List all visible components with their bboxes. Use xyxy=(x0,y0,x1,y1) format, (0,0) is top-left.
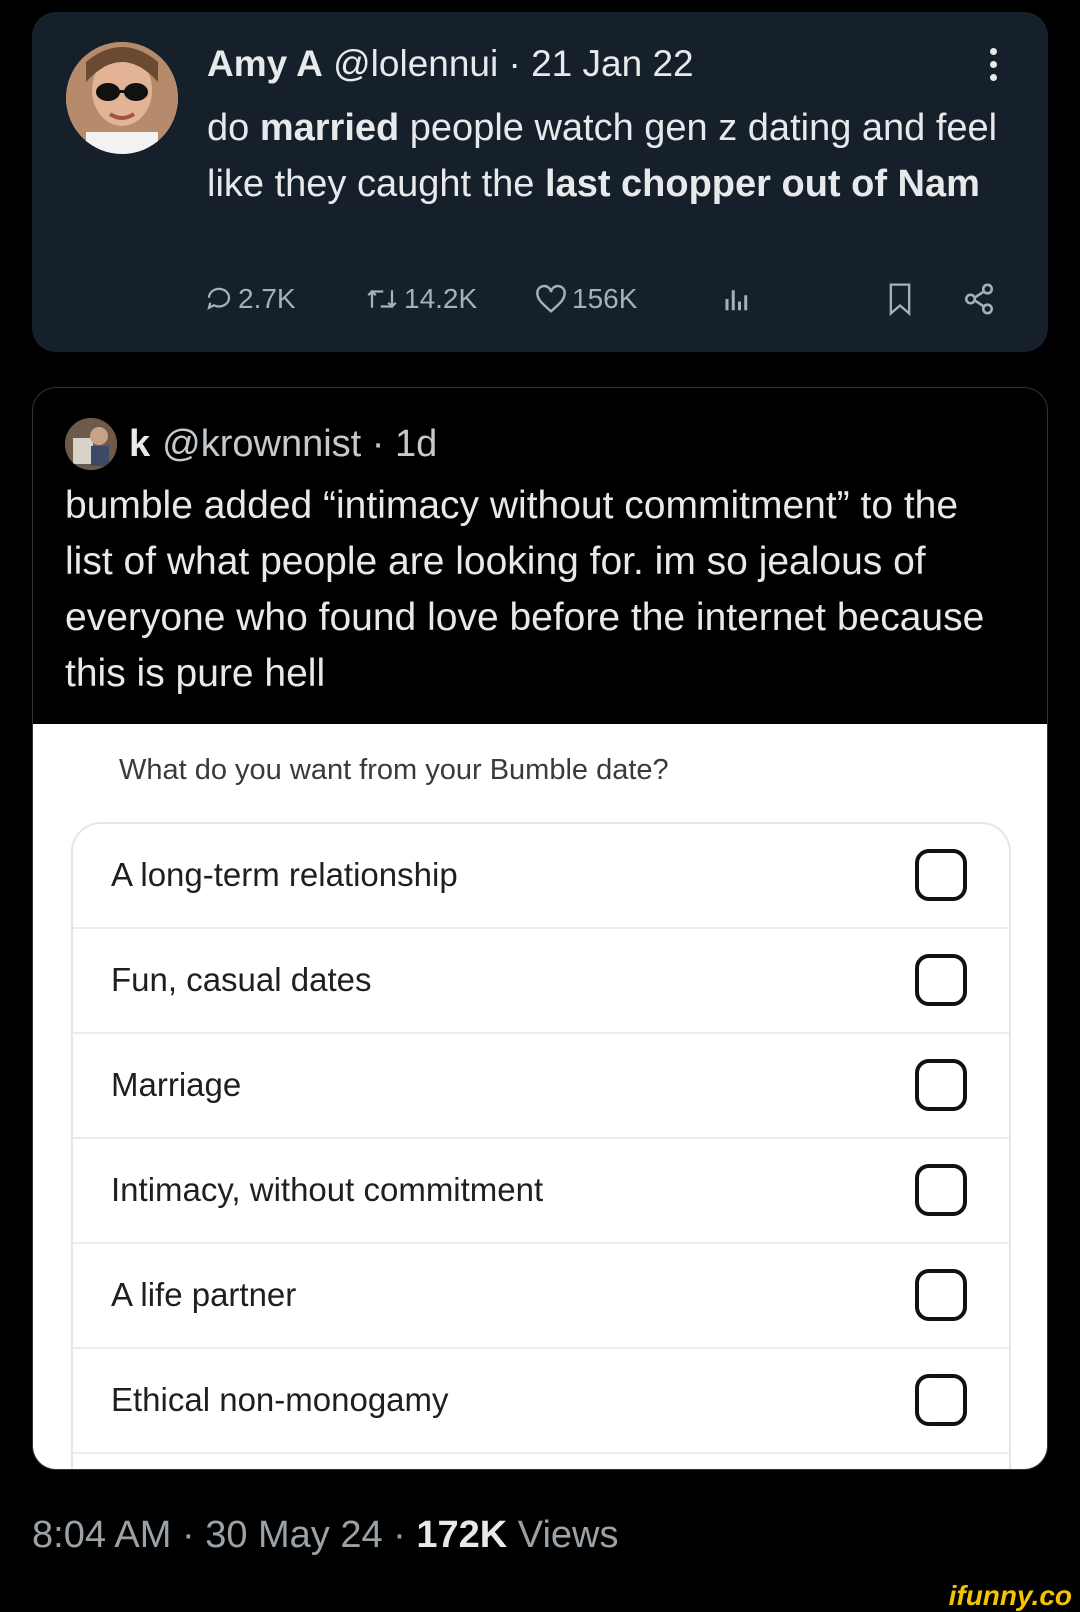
checkbox-icon xyxy=(915,1269,967,1321)
author-name[interactable]: Amy A xyxy=(207,43,323,84)
reply-icon xyxy=(207,287,231,310)
bookmark-icon xyxy=(889,283,911,316)
analytics-button[interactable] xyxy=(722,277,756,321)
bookmark-button[interactable] xyxy=(884,277,920,321)
author-meta: @lolennui · 21 Jan 22 xyxy=(333,43,694,84)
checkbox-icon xyxy=(915,954,967,1006)
retweet-icon xyxy=(367,289,397,309)
survey-question: What do you want from your Bumble date? xyxy=(119,754,669,786)
avatar[interactable] xyxy=(66,42,178,154)
author-meta: @krownnist · 1d xyxy=(162,423,438,465)
list-item: Fun, casual dates xyxy=(73,929,1009,1034)
option-label: A long-term relationship xyxy=(111,856,458,893)
reply-button[interactable]: 2.7K xyxy=(204,277,296,321)
options-list: A long-term relationship Fun, casual dat… xyxy=(71,822,1011,1469)
option-label: Ethical non-monogamy xyxy=(111,1381,449,1418)
list-item: Marriage xyxy=(73,1034,1009,1139)
list-item: Ethical non-monogamy xyxy=(73,1349,1009,1454)
more-options-icon[interactable] xyxy=(990,48,998,82)
retweet-count: 14.2K xyxy=(404,283,478,314)
share-button[interactable] xyxy=(962,277,1000,321)
like-count: 156K xyxy=(572,283,638,314)
checkbox-icon xyxy=(915,849,967,901)
like-button[interactable]: 156K xyxy=(534,277,637,321)
avatar[interactable] xyxy=(65,418,117,470)
option-label: Intimacy, without commitment xyxy=(111,1171,544,1208)
quoted-tweet-card[interactable]: Amy A @lolennui · 21 Jan 22 do married p… xyxy=(32,12,1048,352)
list-item: A life partner xyxy=(73,1244,1009,1349)
retweet-button[interactable]: 14.2K xyxy=(364,277,477,321)
tweet-header: Amy A @lolennui · 21 Jan 22 xyxy=(207,42,694,86)
tweet-text: do married people watch gen z dating and… xyxy=(207,107,998,205)
tweet-header: k @krownnist · 1d xyxy=(65,418,437,470)
list-item: A long-term relationship xyxy=(73,824,1009,929)
option-label: Marriage xyxy=(111,1066,242,1103)
author-name[interactable]: k xyxy=(129,419,150,469)
list-item: Intimacy, without commitment xyxy=(73,1139,1009,1244)
tweet-timestamp: 8:04 AM · 30 May 24 · 172K Views xyxy=(32,1514,619,1556)
tweet-text: bumble added “intimacy without commitmen… xyxy=(65,484,985,695)
analytics-icon xyxy=(725,290,748,311)
attached-image[interactable]: What do you want from your Bumble date? … xyxy=(33,724,1047,1469)
checkbox-icon xyxy=(915,1374,967,1426)
reply-count: 2.7K xyxy=(238,283,296,314)
heart-icon xyxy=(536,284,566,313)
share-icon xyxy=(964,283,994,315)
option-label: A life partner xyxy=(111,1276,297,1313)
checkbox-icon xyxy=(915,1059,967,1111)
watermark-logo: ifunny.co xyxy=(948,1580,1072,1611)
checkbox-icon xyxy=(915,1164,967,1216)
option-label: Fun, casual dates xyxy=(111,961,372,998)
tweet-actions: 2.7K 14.2K 156K xyxy=(204,277,1004,321)
main-tweet-card[interactable]: k @krownnist · 1d bumble added “intimacy… xyxy=(32,387,1048,1470)
